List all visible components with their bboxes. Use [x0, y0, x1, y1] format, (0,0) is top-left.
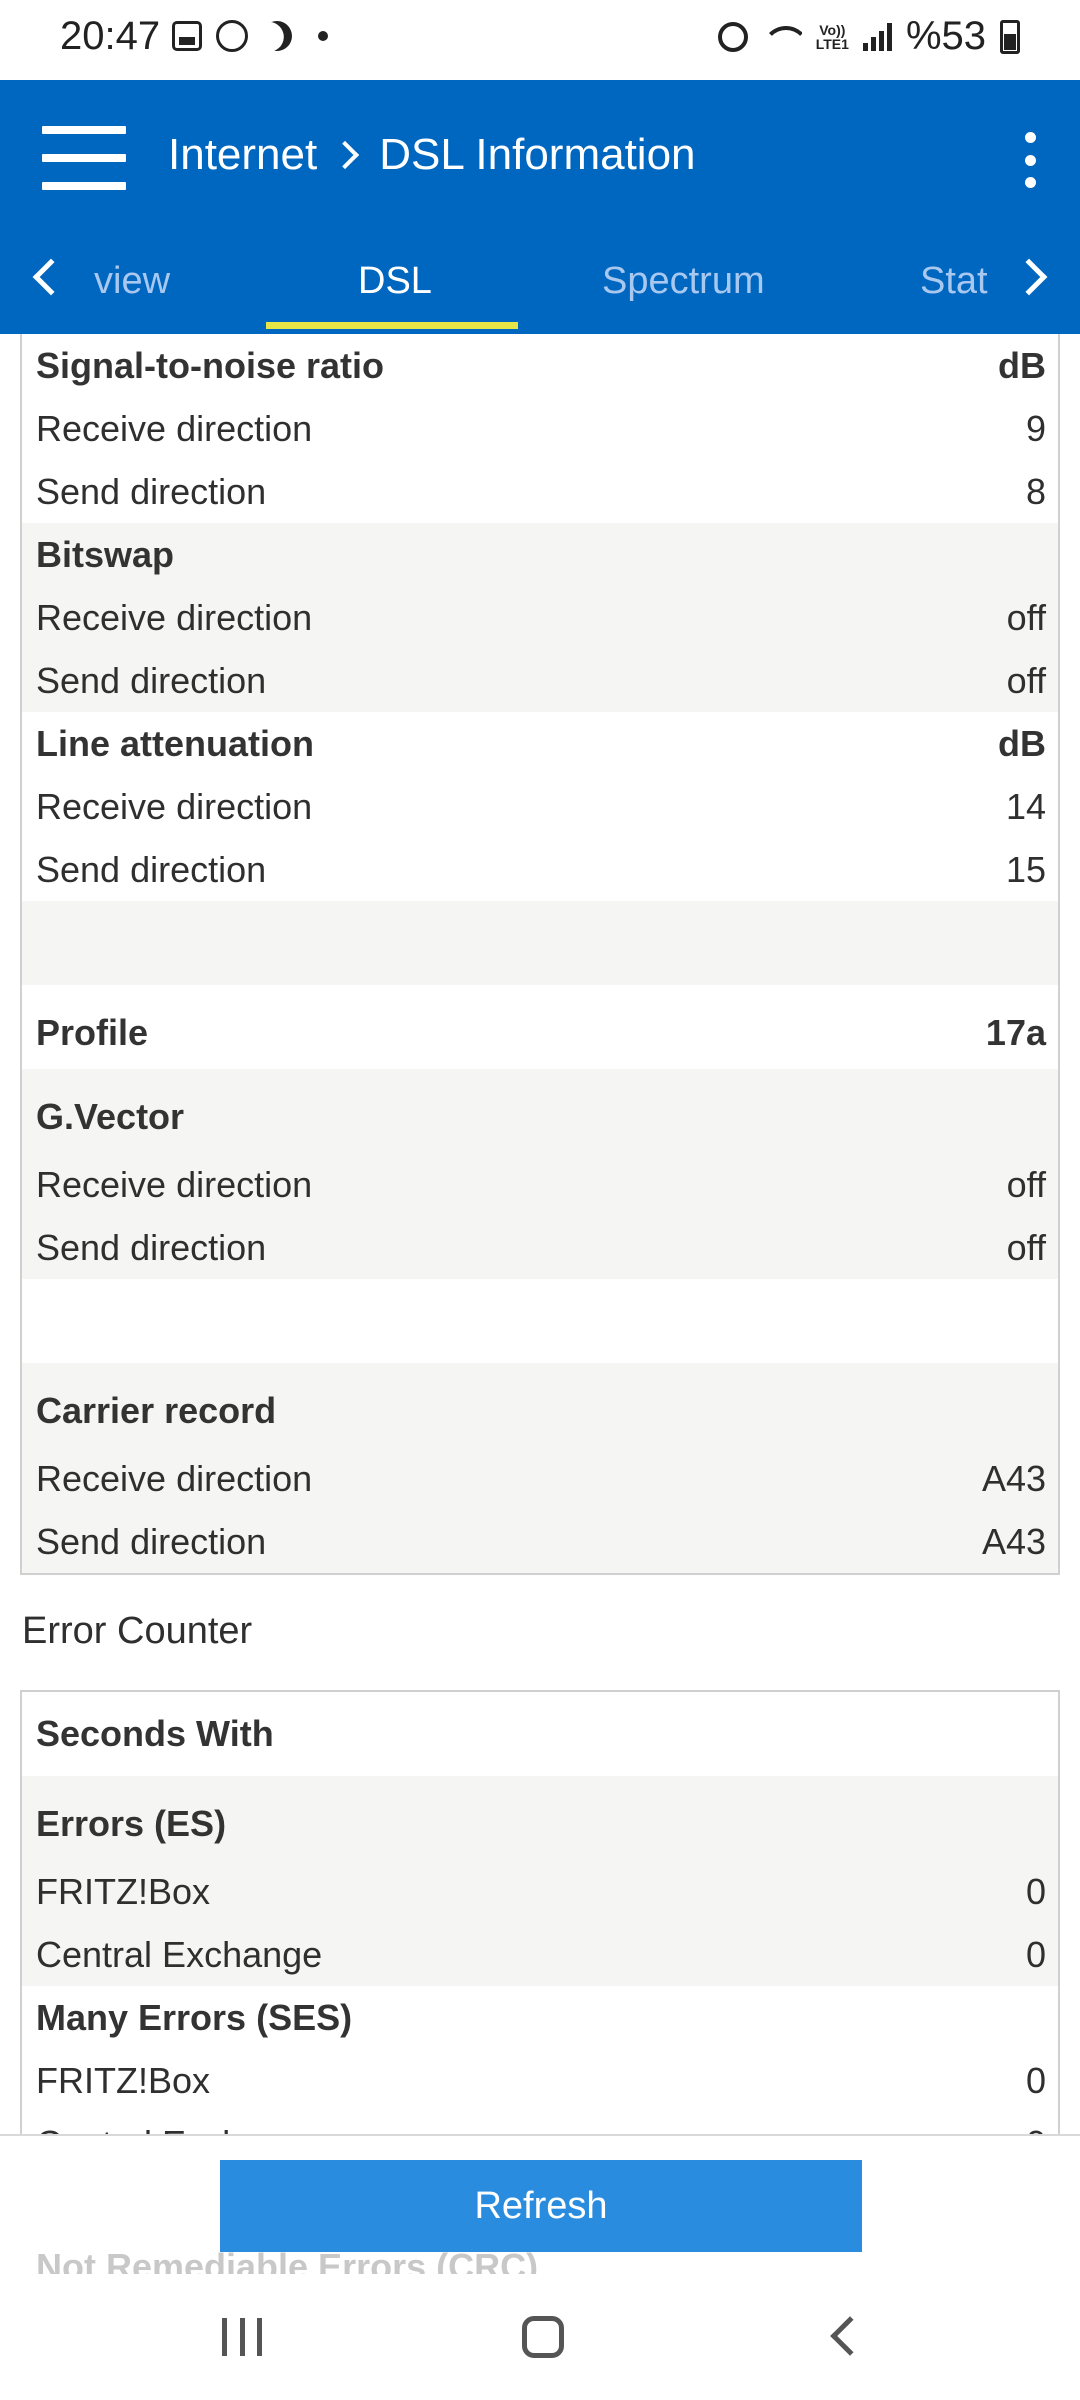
table-row: G.Vector	[22, 1069, 1058, 1153]
chevron-right-icon	[331, 140, 360, 170]
table-row: Send direction A43	[22, 1510, 1058, 1573]
tab-bar: view DSL Spectrum Stat	[0, 240, 1080, 334]
table-row: Send direction 8	[22, 460, 1058, 523]
table-spacer	[22, 1279, 1058, 1363]
chevron-right-icon[interactable]	[1010, 258, 1048, 296]
back-icon[interactable]	[830, 2316, 870, 2356]
home-icon[interactable]	[522, 2316, 564, 2358]
battery-icon	[1000, 19, 1020, 54]
menu-icon[interactable]	[42, 126, 126, 190]
breadcrumb: Internet DSL Information	[168, 130, 696, 180]
table-row: Signal-to-noise ratio dB	[22, 334, 1058, 397]
navigation-bar	[0, 2274, 1080, 2400]
table-row: Errors (ES)	[22, 1776, 1058, 1860]
table-row: Bitswap	[22, 523, 1058, 586]
table-spacer	[22, 901, 1058, 985]
status-bar: 20:47 Vo)) LTE1 %53	[0, 0, 1080, 80]
tab-dsl[interactable]: DSL	[358, 260, 432, 303]
table-row: Receive direction off	[22, 586, 1058, 649]
breadcrumb-parent[interactable]: Internet	[168, 130, 317, 180]
tab-overview[interactable]: view	[94, 260, 170, 303]
table-row: Profile 17a	[22, 985, 1058, 1069]
signal-icon	[862, 22, 892, 51]
app-bar: Internet DSL Information view DSL Spectr…	[0, 80, 1080, 334]
status-time: 20:47	[60, 14, 161, 58]
crc-row-label: Not Remediable Errors (CRC)	[36, 2246, 539, 2274]
table-row: Line attenuation dB	[22, 712, 1058, 775]
recent-apps-icon[interactable]	[222, 2318, 262, 2356]
table-row: Many Errors (SES)	[22, 1986, 1058, 2049]
table-row: Send direction off	[22, 1216, 1058, 1279]
refresh-button[interactable]: Refresh	[220, 2160, 862, 2252]
volte-icon: Vo)) LTE1	[815, 21, 849, 52]
whatsapp-icon	[216, 20, 248, 52]
dot-icon	[318, 31, 328, 41]
tab-spectrum[interactable]: Spectrum	[602, 260, 765, 303]
table-row: Receive direction 14	[22, 775, 1058, 838]
alarm-icon	[717, 21, 748, 52]
active-tab-indicator	[266, 322, 518, 329]
wifi-icon	[761, 22, 802, 52]
table-row: FRITZ!Box 0	[22, 2049, 1058, 2112]
content-area[interactable]: Signal-to-noise ratio dB Receive directi…	[0, 334, 1080, 2134]
table-row: Central Exchange 0	[22, 1923, 1058, 1986]
table-row: Receive direction A43	[22, 1447, 1058, 1510]
page-title: DSL Information	[379, 130, 696, 179]
table-row: Send direction 15	[22, 838, 1058, 901]
table-row: FRITZ!Box 0	[22, 1860, 1058, 1923]
gallery-icon	[172, 21, 202, 51]
table-row: Central Exchange 0	[22, 2112, 1058, 2134]
table-row: Receive direction 9	[22, 397, 1058, 460]
tab-statistics[interactable]: Stat	[920, 260, 988, 303]
dsl-info-table: Signal-to-noise ratio dB Receive directi…	[20, 334, 1060, 1575]
error-counter-title: Error Counter	[22, 1610, 253, 1652]
table-row: Carrier record	[22, 1363, 1058, 1447]
battery-percent: %53	[905, 14, 986, 58]
more-options-icon[interactable]	[1020, 132, 1040, 188]
error-counter-table: Seconds With Errors (ES) FRITZ!Box 0 Cen…	[20, 1690, 1060, 2134]
chevron-left-icon[interactable]	[32, 258, 70, 296]
table-row: Receive direction off	[22, 1153, 1058, 1216]
table-row: Send direction off	[22, 649, 1058, 712]
table-row: Seconds With	[22, 1692, 1058, 1776]
moon-icon	[258, 17, 296, 55]
